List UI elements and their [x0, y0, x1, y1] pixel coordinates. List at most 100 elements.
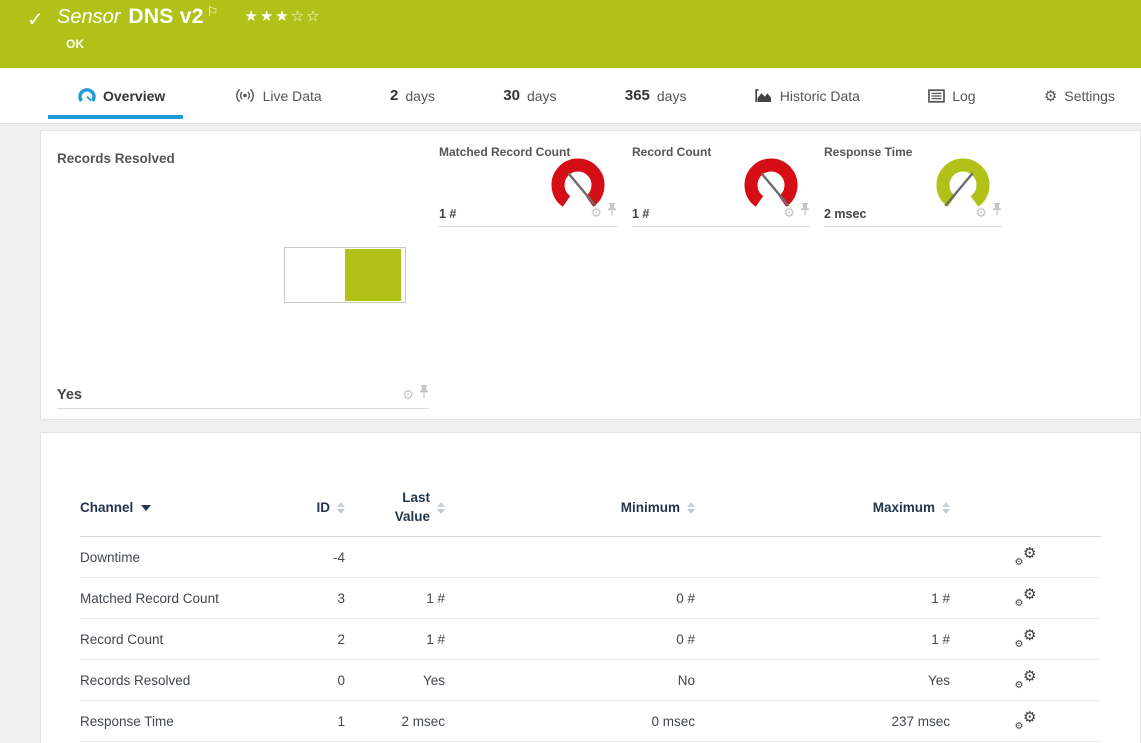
- channel-value: 1 #: [439, 207, 456, 221]
- column-header-id[interactable]: ID: [305, 500, 345, 515]
- column-label: ID: [317, 500, 331, 515]
- sensor-header: ✓ Sensor DNS v2 ⚐ ★★★☆☆ OK: [0, 0, 1141, 68]
- cell-channel[interactable]: Records Resolved: [80, 673, 305, 688]
- sensor-status-badge: OK: [66, 37, 84, 51]
- cell-channel[interactable]: Downtime: [80, 550, 305, 565]
- cell-minimum: 0 msec: [445, 714, 695, 729]
- cell-actions: ⚙⚙: [950, 711, 1101, 732]
- tab-log[interactable]: Log: [916, 68, 987, 123]
- record-count-widget: Record Count 1 # ⚙: [632, 145, 810, 227]
- cell-actions: ⚙⚙: [950, 588, 1101, 609]
- column-header-channel[interactable]: Channel: [80, 500, 305, 515]
- column-label: Minimum: [621, 500, 680, 515]
- pin-icon[interactable]: [607, 203, 617, 221]
- cell-channel[interactable]: Matched Record Count: [80, 591, 305, 606]
- matched-record-count-widget: Matched Record Count 1 # ⚙: [439, 145, 617, 227]
- cell-last-value: 1 #: [345, 632, 445, 647]
- column-header-maximum[interactable]: Maximum: [695, 500, 950, 515]
- column-label: Channel: [80, 500, 133, 515]
- overview-widgets-card: Records Resolved Yes ⚙ Matched Record Co…: [40, 130, 1141, 420]
- cell-actions: ⚙⚙: [950, 670, 1101, 691]
- cell-channel[interactable]: Response Time: [80, 714, 305, 729]
- channel-value: 1 #: [632, 207, 649, 221]
- sensor-title: Sensor DNS v2 ⚐ ★★★☆☆: [57, 5, 322, 29]
- sort-icon: [687, 502, 695, 514]
- area-chart-icon: [755, 88, 773, 103]
- widget-footer: Yes ⚙: [57, 383, 429, 409]
- cell-id: 0: [305, 673, 345, 688]
- sensor-type-label: Sensor: [57, 6, 120, 29]
- tab-30-days[interactable]: 30 days: [491, 68, 568, 123]
- column-header-minimum[interactable]: Minimum: [445, 500, 695, 515]
- broadcast-icon: [234, 88, 256, 103]
- tab-bar: Overview Live Data 2 days 30 days 365 da…: [0, 68, 1141, 124]
- tab-365-days[interactable]: 365 days: [613, 68, 699, 123]
- table-row[interactable]: Record Count 2 1 # 0 # 1 # ⚙⚙: [80, 619, 1101, 660]
- response-time-widget: Response Time 2 msec ⚙: [824, 145, 1002, 227]
- tab-label: days: [527, 88, 557, 104]
- tab-settings[interactable]: ⚙ Settings: [1032, 68, 1127, 123]
- pin-icon[interactable]: [419, 385, 429, 403]
- log-icon: [928, 89, 945, 103]
- cell-maximum: 237 msec: [695, 714, 950, 729]
- pin-icon[interactable]: [800, 203, 810, 221]
- channel-settings-gears-icon[interactable]: ⚙⚙: [1015, 588, 1037, 606]
- gear-icon: ⚙: [1044, 87, 1057, 105]
- widget-footer: 2 msec ⚙: [824, 201, 1002, 227]
- graph-yes-segment: [345, 249, 401, 301]
- widget-footer: 1 # ⚙: [439, 201, 617, 227]
- cell-channel[interactable]: Record Count: [80, 632, 305, 647]
- tab-2-days[interactable]: 2 days: [378, 68, 447, 123]
- gear-icon[interactable]: ⚙: [402, 388, 414, 401]
- cell-minimum: 0 #: [445, 591, 695, 606]
- channel-settings-gears-icon[interactable]: ⚙⚙: [1015, 629, 1037, 647]
- gear-icon[interactable]: ⚙: [975, 206, 987, 219]
- channel-table: Channel ID Last Value Minimum Maximum: [41, 433, 1140, 742]
- flag-icon[interactable]: ⚐: [207, 4, 219, 20]
- cell-id: -4: [305, 550, 345, 565]
- priority-stars[interactable]: ★★★☆☆: [244, 7, 321, 25]
- tab-number: 2: [390, 87, 398, 104]
- tab-number: 365: [625, 87, 650, 104]
- widget-actions: ⚙: [975, 203, 1002, 221]
- table-row[interactable]: Downtime -4 ⚙⚙: [80, 537, 1101, 578]
- tab-label: Overview: [103, 88, 165, 104]
- cell-last-value: Yes: [345, 673, 445, 688]
- cell-last-value: 1 #: [345, 591, 445, 606]
- cell-actions: ⚙⚙: [950, 547, 1101, 568]
- cell-maximum: 1 #: [695, 591, 950, 606]
- tab-label: days: [657, 88, 687, 104]
- cell-id: 1: [305, 714, 345, 729]
- table-header-row: Channel ID Last Value Minimum Maximum: [80, 479, 1101, 537]
- sensor-name: DNS v2: [128, 5, 203, 29]
- table-row[interactable]: Records Resolved 0 Yes No Yes ⚙⚙: [80, 660, 1101, 701]
- column-header-last-value[interactable]: Last Value: [345, 489, 445, 527]
- widget-title: Records Resolved: [57, 143, 429, 166]
- sort-icon: [942, 502, 950, 514]
- gauge-icon: [78, 88, 96, 103]
- tab-label: Settings: [1064, 88, 1115, 104]
- gear-icon[interactable]: ⚙: [590, 206, 602, 219]
- cell-minimum: No: [445, 673, 695, 688]
- tab-label: Historic Data: [780, 88, 860, 104]
- tab-number: 30: [503, 87, 520, 104]
- table-row[interactable]: Response Time 1 2 msec 0 msec 237 msec ⚙…: [80, 701, 1101, 742]
- sort-desc-icon: [141, 505, 151, 511]
- table-row[interactable]: Matched Record Count 3 1 # 0 # 1 # ⚙⚙: [80, 578, 1101, 619]
- tab-overview[interactable]: Overview: [66, 68, 177, 123]
- widget-footer: 1 # ⚙: [632, 201, 810, 227]
- tab-historic-data[interactable]: Historic Data: [743, 68, 872, 123]
- tab-label: days: [405, 88, 435, 104]
- cell-last-value: 2 msec: [345, 714, 445, 729]
- tab-live-data[interactable]: Live Data: [222, 68, 334, 123]
- gear-icon[interactable]: ⚙: [783, 206, 795, 219]
- cell-id: 3: [305, 591, 345, 606]
- cell-actions: ⚙⚙: [950, 629, 1101, 650]
- status-check-icon: ✓: [27, 7, 44, 32]
- widget-actions: ⚙: [402, 385, 429, 403]
- channel-settings-gears-icon[interactable]: ⚙⚙: [1015, 547, 1037, 565]
- channel-settings-gears-icon[interactable]: ⚙⚙: [1015, 711, 1037, 729]
- pin-icon[interactable]: [992, 203, 1002, 221]
- records-resolved-widget: Records Resolved Yes ⚙: [57, 143, 429, 409]
- channel-settings-gears-icon[interactable]: ⚙⚙: [1015, 670, 1037, 688]
